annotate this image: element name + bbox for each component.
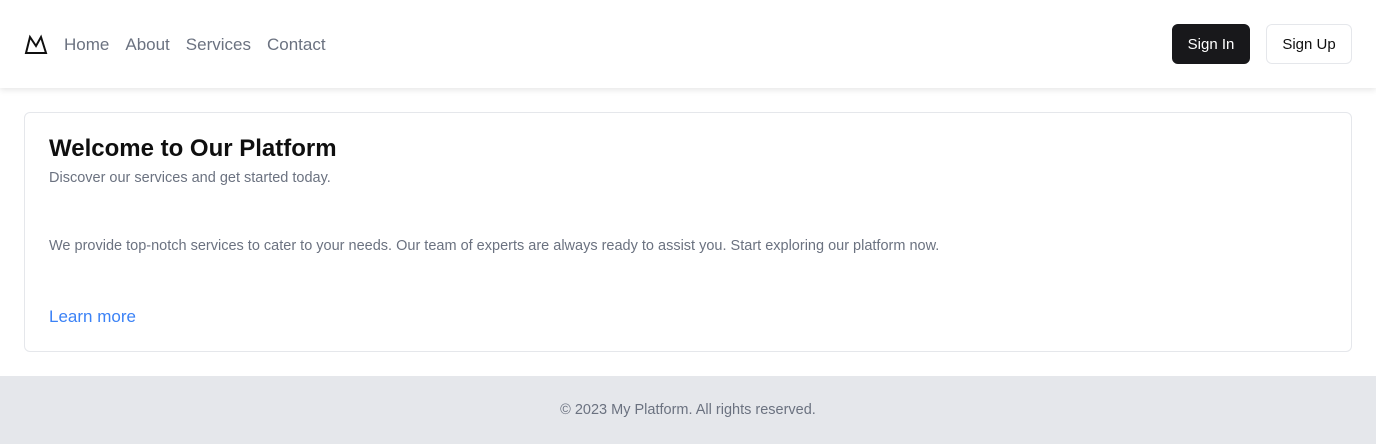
sign-in-button[interactable]: Sign In — [1172, 24, 1250, 64]
card-subtitle: Discover our services and get started to… — [49, 170, 331, 186]
card-title: Welcome to Our Platform — [49, 135, 337, 162]
site-header: Home About Services Contact Sign In Sign… — [0, 0, 1376, 88]
learn-more-link[interactable]: Learn more — [49, 307, 136, 327]
nav-about-link[interactable]: About — [125, 36, 169, 53]
nav-contact-link[interactable]: Contact — [267, 36, 326, 53]
mountain-icon[interactable] — [24, 32, 48, 56]
nav-home-link[interactable]: Home — [64, 36, 109, 53]
site-footer: © 2023 My Platform. All rights reserved. — [0, 376, 1376, 444]
nav-services-link[interactable]: Services — [186, 36, 251, 53]
header-actions: Sign In Sign Up — [1172, 24, 1352, 64]
footer-copyright: © 2023 My Platform. All rights reserved. — [560, 402, 816, 418]
card-body-text: We provide top-notch services to cater t… — [49, 238, 940, 254]
sign-up-button[interactable]: Sign Up — [1266, 24, 1352, 64]
main-nav: Home About Services Contact — [64, 36, 326, 53]
welcome-card: Welcome to Our Platform Discover our ser… — [24, 112, 1352, 352]
